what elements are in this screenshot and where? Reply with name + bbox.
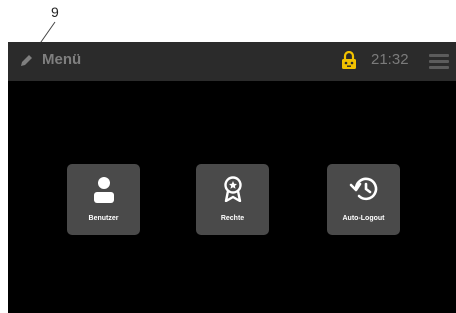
tile-label: Auto-Logout [342, 215, 385, 222]
page-title: Menü [42, 51, 82, 68]
back-button[interactable] [18, 53, 34, 69]
tile-benutzer[interactable]: Benutzer [67, 164, 140, 235]
history-icon [349, 176, 379, 207]
pencil-back-icon [21, 55, 32, 66]
hamburger-menu-icon[interactable] [429, 54, 449, 70]
device-screen: Menü 21:32 Benutzer Rechte Auto-Logout [8, 42, 456, 313]
ribbon-badge-icon [223, 176, 243, 207]
tile-rechte[interactable]: Rechte [196, 164, 269, 235]
tile-auto-logout[interactable]: Auto-Logout [327, 164, 400, 235]
clock: 21:32 [371, 51, 409, 68]
callout-number: 9 [51, 4, 59, 20]
lock-icon[interactable] [341, 50, 357, 74]
tile-label: Rechte [220, 215, 245, 222]
user-icon [93, 176, 115, 209]
tile-label: Benutzer [88, 215, 119, 222]
top-bar: Menü 21:32 [8, 42, 456, 81]
